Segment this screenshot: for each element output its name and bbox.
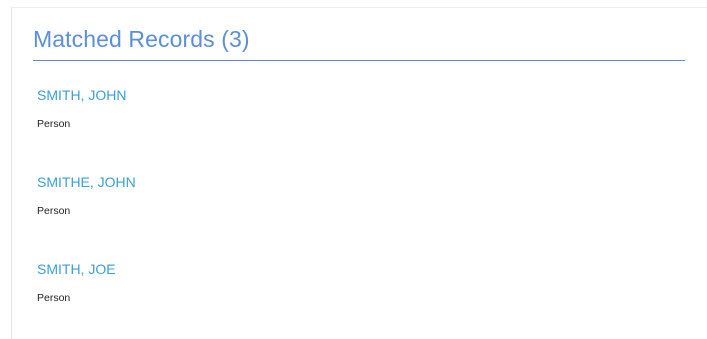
record-type-label: Person — [37, 118, 71, 130]
title-divider — [33, 60, 685, 61]
record-item: SMITH, JOE Person — [37, 262, 116, 304]
matched-records-title: Matched Records (3) — [33, 26, 250, 52]
record-type-label: Person — [37, 292, 71, 304]
record-name-link[interactable]: SMITHE, JOHN — [37, 175, 136, 189]
record-name-link[interactable]: SMITH, JOE — [37, 262, 116, 276]
record-name-link[interactable]: SMITH, JOHN — [37, 88, 126, 102]
record-type-label: Person — [37, 205, 71, 217]
record-item: SMITHE, JOHN Person — [37, 175, 136, 217]
record-item: SMITH, JOHN Person — [37, 88, 126, 130]
